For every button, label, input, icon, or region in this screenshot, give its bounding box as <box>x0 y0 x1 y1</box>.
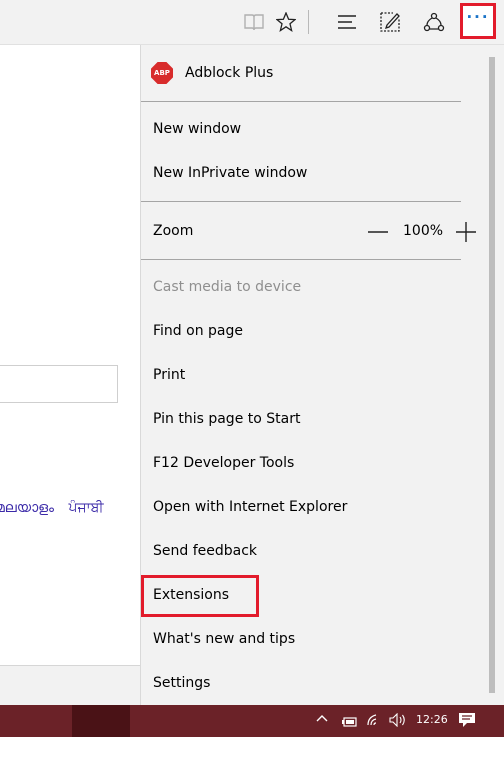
menu-item-cast-media: Cast media to device <box>153 279 302 295</box>
menu-item-send-feedback[interactable]: Send feedback <box>153 541 257 561</box>
zoom-in-button[interactable] <box>454 220 478 244</box>
menu-item-whats-new[interactable]: What's new and tips <box>153 629 295 649</box>
plus-icon <box>456 222 476 242</box>
wifi-icon[interactable] <box>366 711 382 731</box>
toolbar-divider <box>308 10 309 34</box>
menu-divider <box>141 201 461 202</box>
taskbar-app-button[interactable] <box>72 705 130 737</box>
browser-toolbar: ··· <box>0 0 504 45</box>
menu-item-adblock-plus[interactable]: Adblock Plus <box>185 63 273 83</box>
battery-icon[interactable] <box>341 713 357 732</box>
minus-icon <box>368 231 388 233</box>
zoom-level: 100% <box>403 223 444 239</box>
language-link[interactable]: മലയാളം <box>0 500 54 516</box>
menu-item-find-on-page[interactable]: Find on page <box>153 321 243 341</box>
web-page-content: മലയാളം ਪੰਜਾਬੀ <box>0 45 140 706</box>
web-note-icon[interactable] <box>368 0 412 44</box>
language-link[interactable]: ਪੰਜਾਬੀ <box>68 500 103 516</box>
menu-item-new-window[interactable]: New window <box>153 119 241 139</box>
more-icon: ··· <box>466 8 490 26</box>
chevron-up-icon[interactable] <box>316 711 328 725</box>
menu-divider <box>141 259 461 260</box>
menu-item-settings[interactable]: Settings <box>153 673 210 693</box>
menu-item-print[interactable]: Print <box>153 365 185 385</box>
extensions-highlight-box <box>141 575 259 617</box>
share-icon[interactable] <box>412 0 456 44</box>
language-links: മലയാളം ਪੰਜਾਬੀ <box>0 500 114 516</box>
menu-item-pin-to-start[interactable]: Pin this page to Start <box>153 409 300 429</box>
taskbar: 12:26 <box>0 705 504 737</box>
clock[interactable]: 12:26 <box>416 713 448 726</box>
zoom-out-button[interactable] <box>366 220 390 244</box>
menu-item-developer-tools[interactable]: F12 Developer Tools <box>153 453 294 473</box>
page-search-input[interactable] <box>0 365 118 403</box>
menu-item-open-with-ie[interactable]: Open with Internet Explorer <box>153 497 347 517</box>
action-center-icon[interactable] <box>458 712 476 732</box>
screen-bottom-area <box>0 737 504 768</box>
adblock-plus-icon: ABP <box>151 62 173 84</box>
volume-icon[interactable] <box>389 712 407 731</box>
page-footer-bar <box>0 665 140 706</box>
menu-item-zoom-label: Zoom <box>153 223 194 239</box>
menu-item-new-inprivate-window[interactable]: New InPrivate window <box>153 163 307 183</box>
menu-divider <box>141 101 461 102</box>
more-actions-menu: ABP Adblock Plus New window New InPrivat… <box>140 45 504 705</box>
menu-scrollbar[interactable] <box>489 57 495 693</box>
favorite-star-icon[interactable] <box>264 0 308 44</box>
more-button[interactable]: ··· <box>460 3 496 39</box>
hub-icon[interactable] <box>325 0 369 44</box>
